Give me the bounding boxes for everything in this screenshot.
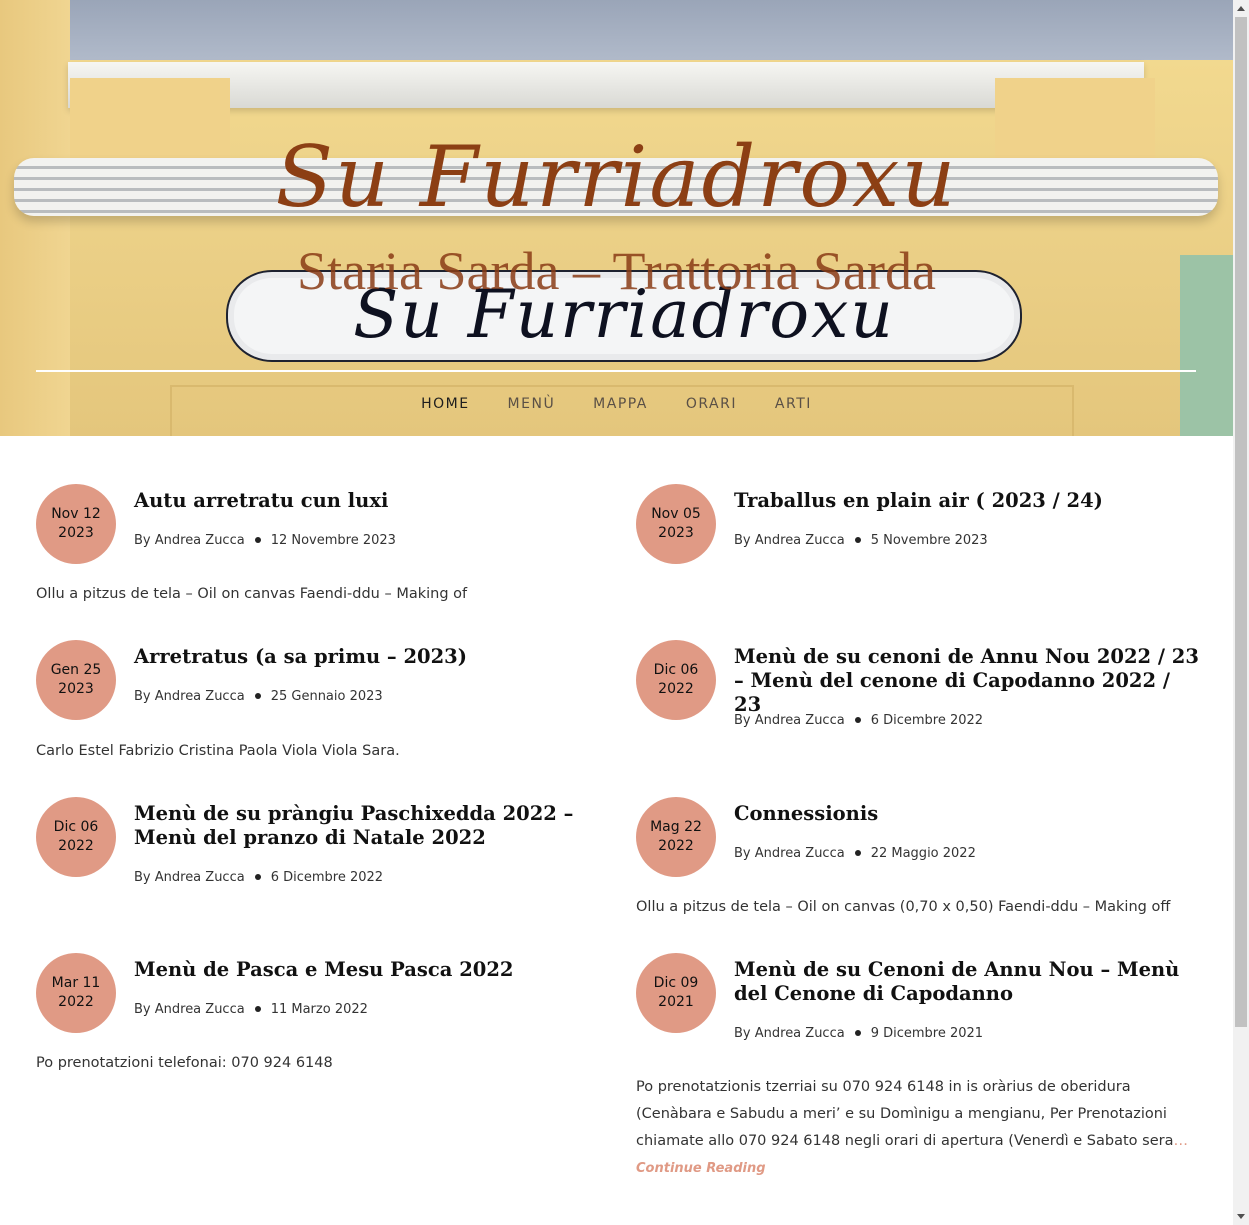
post-date[interactable]: 5 Novembre 2023 — [871, 533, 988, 548]
post-title[interactable]: Arretratus (a sa primu – 2023) — [134, 645, 599, 669]
post-excerpt: Ollu a pitzus de tela – Oil on canvas (0… — [636, 899, 1171, 915]
post-excerpt: Ollu a pitzus de tela – Oil on canvas Fa… — [36, 586, 468, 602]
post-date-day: Dic 09 — [653, 975, 699, 991]
header-divider — [36, 370, 1196, 372]
post-meta: By Andrea Zucca 22 Maggio 2022 — [734, 846, 976, 861]
post-meta: By Andrea Zucca 9 Dicembre 2021 — [734, 1026, 983, 1041]
post-date-badge: Dic 06 2022 — [36, 797, 116, 877]
post-excerpt-block: Po prenotatzionis tzerriai su 070 924 61… — [636, 1074, 1192, 1182]
post-meta: By Andrea Zucca 11 Marzo 2022 — [134, 1002, 368, 1017]
post-date[interactable]: 12 Novembre 2023 — [271, 533, 396, 548]
nav-item-arti[interactable]: ARTI — [775, 396, 812, 412]
meta-separator — [854, 716, 861, 723]
post-date[interactable]: 6 Dicembre 2022 — [271, 870, 383, 885]
site-title[interactable]: Su Furriadroxu — [0, 128, 1233, 226]
post-title[interactable]: Autu arretratu cun luxi — [134, 489, 599, 513]
post-date-badge: Nov 12 2023 — [36, 484, 116, 564]
post-date-year: 2022 — [58, 838, 94, 854]
meta-separator — [854, 536, 861, 543]
post-title[interactable]: Menù de su cenoni de Annu Nou 2022 / 23 … — [734, 645, 1199, 717]
nav-item-menu[interactable]: MENÙ — [508, 396, 556, 412]
meta-separator — [254, 873, 261, 880]
post-title[interactable]: Traballus en plain air ( 2023 / 24) — [734, 489, 1199, 513]
nav-item-mappa[interactable]: MAPPA — [593, 396, 648, 412]
site-header: Su Furriadroxu Su Furriadroxu Staria Sar… — [0, 0, 1233, 436]
meta-separator — [854, 1029, 861, 1036]
post-excerpt: Carlo Estel Fabrizio Cristina Paola Viol… — [36, 743, 400, 759]
post-date-day: Dic 06 — [653, 662, 699, 678]
meta-separator — [254, 1005, 261, 1012]
nav-item-orari[interactable]: ORARI — [686, 396, 737, 412]
post-date-year: 2022 — [658, 838, 694, 854]
post-author[interactable]: By Andrea Zucca — [734, 1026, 845, 1041]
post-date[interactable]: 6 Dicembre 2022 — [871, 713, 983, 728]
post-author[interactable]: By Andrea Zucca — [734, 533, 845, 548]
post-date-badge: Nov 05 2023 — [636, 484, 716, 564]
site-tagline: Staria Sarda – Trattoria Sarda — [297, 241, 936, 301]
post-date-day: Nov 12 — [51, 506, 101, 522]
post-date-badge: Dic 09 2021 — [636, 953, 716, 1033]
post-date-day: Mar 11 — [51, 975, 101, 991]
meta-separator — [254, 692, 261, 699]
meta-separator — [854, 849, 861, 856]
scrollbar-thumb[interactable] — [1235, 17, 1247, 1027]
post-date[interactable]: 22 Maggio 2022 — [871, 846, 976, 861]
post-date-year: 2023 — [658, 525, 694, 541]
scroll-up-arrow-icon[interactable] — [1237, 6, 1245, 11]
post-date-year: 2022 — [58, 994, 94, 1010]
post-date[interactable]: 11 Marzo 2022 — [271, 1002, 368, 1017]
post-title[interactable]: Menù de su pràngiu Paschixedda 2022 – Me… — [134, 802, 599, 850]
post-date-badge: Gen 25 2023 — [36, 640, 116, 720]
post-date-year: 2023 — [58, 525, 94, 541]
post-title[interactable]: Menù de su Cenoni de Annu Nou – Menù del… — [734, 958, 1199, 1006]
post-date[interactable]: 25 Gennaio 2023 — [271, 689, 383, 704]
main-navigation: HOME MENÙ MAPPA ORARI ARTI — [0, 396, 1233, 412]
post-title[interactable]: Menù de Pasca e Mesu Pasca 2022 — [134, 958, 599, 982]
post-author[interactable]: By Andrea Zucca — [134, 689, 245, 704]
page-scrollbar[interactable] — [1233, 0, 1249, 1225]
post-date-year: 2022 — [658, 681, 694, 697]
post-date-badge: Dic 06 2022 — [636, 640, 716, 720]
excerpt-ellipsis: … — [1173, 1133, 1188, 1149]
post-author[interactable]: By Andrea Zucca — [734, 713, 845, 728]
post-author[interactable]: By Andrea Zucca — [134, 1002, 245, 1017]
post-author[interactable]: By Andrea Zucca — [734, 846, 845, 861]
post-date-day: Mag 22 — [650, 819, 702, 835]
post-excerpt: Po prenotatzionis tzerriai su 070 924 61… — [636, 1079, 1174, 1149]
post-meta: By Andrea Zucca 6 Dicembre 2022 — [734, 713, 983, 728]
post-meta: By Andrea Zucca 5 Novembre 2023 — [734, 533, 988, 548]
post-date-day: Nov 05 — [651, 506, 701, 522]
post-author[interactable]: By Andrea Zucca — [134, 533, 245, 548]
meta-separator — [254, 536, 261, 543]
post-date-badge: Mar 11 2022 — [36, 953, 116, 1033]
post-date-day: Gen 25 — [50, 662, 102, 678]
post-meta: By Andrea Zucca 6 Dicembre 2022 — [134, 870, 383, 885]
post-excerpt: Po prenotatzioni telefonai: 070 924 6148 — [36, 1055, 333, 1071]
nav-item-home[interactable]: HOME — [421, 396, 469, 412]
post-date-day: Dic 06 — [53, 819, 99, 835]
post-meta: By Andrea Zucca 25 Gennaio 2023 — [134, 689, 383, 704]
scroll-down-arrow-icon[interactable] — [1237, 1214, 1245, 1219]
post-date[interactable]: 9 Dicembre 2021 — [871, 1026, 983, 1041]
post-title[interactable]: Connessionis — [734, 802, 1199, 826]
post-author[interactable]: By Andrea Zucca — [134, 870, 245, 885]
post-date-year: 2021 — [658, 994, 694, 1010]
post-date-year: 2023 — [58, 681, 94, 697]
continue-reading-link[interactable]: Continue Reading — [636, 1155, 1192, 1182]
post-date-badge: Mag 22 2022 — [636, 797, 716, 877]
post-meta: By Andrea Zucca 12 Novembre 2023 — [134, 533, 396, 548]
